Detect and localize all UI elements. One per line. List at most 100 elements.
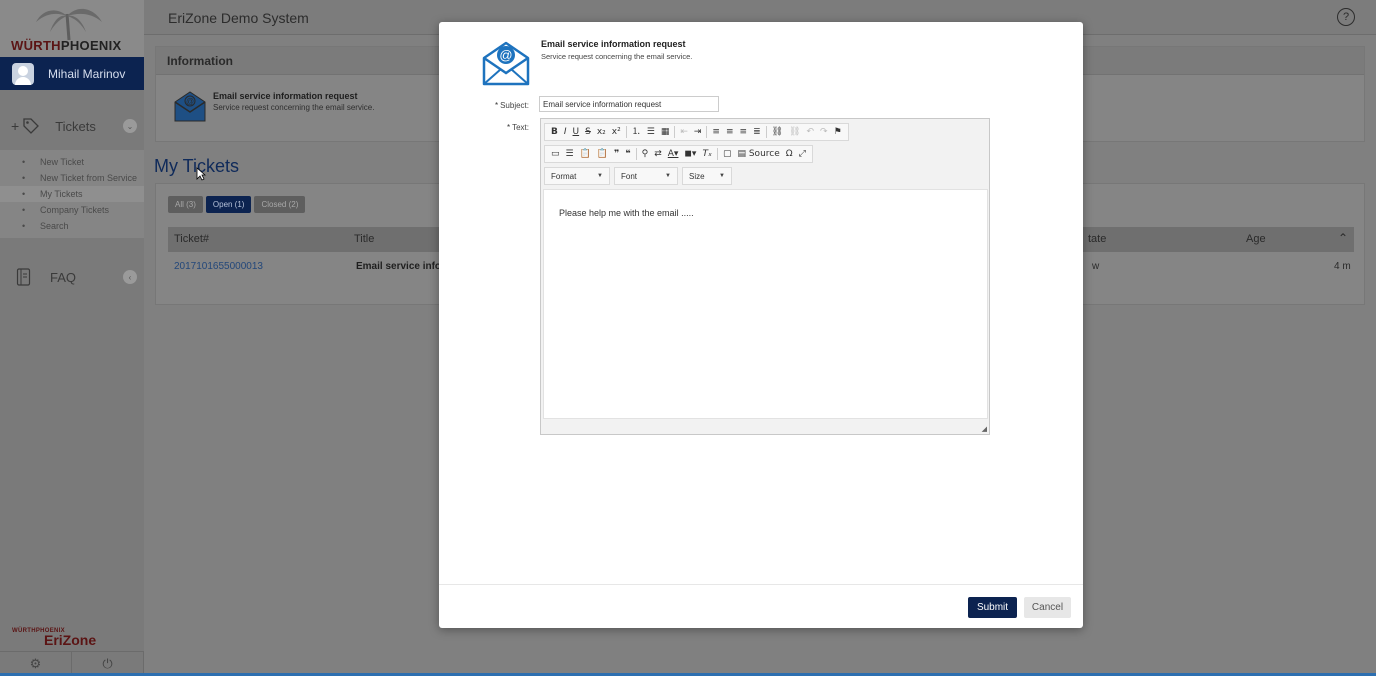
remove-format-icon[interactable]: Tₓ (702, 149, 712, 159)
svg-text:@: @ (186, 97, 194, 106)
dialog-title: Email service information request (541, 39, 686, 49)
erizone-logo: WÜRTHPHOENIX EriZone (12, 628, 97, 648)
quote-icon[interactable]: ❝ (625, 149, 630, 159)
subject-label: * Subject: (494, 101, 529, 110)
svg-text:@: @ (499, 48, 512, 63)
sidebar: WÜRTHPHOENIX Mihail Marinov + Tickets ⌄ … (0, 0, 144, 676)
link-icon[interactable]: ⛓ (772, 127, 783, 137)
cancel-button[interactable]: Cancel (1024, 597, 1071, 618)
undo-icon[interactable]: ↶ (806, 127, 814, 137)
book-icon (16, 268, 31, 286)
source-button[interactable]: ▤ Source (737, 149, 779, 159)
flag-icon[interactable]: ⚑ (834, 127, 842, 137)
filter-all-button[interactable]: All (3) (168, 196, 203, 213)
justify-icon[interactable]: ≣ (753, 127, 761, 137)
paste-icon[interactable]: 📋 (580, 149, 591, 159)
format-dropdown[interactable]: Format ▼ (544, 167, 610, 185)
new-ticket-dialog: @ Email service information request Serv… (439, 22, 1083, 628)
mouse-cursor-icon (196, 167, 206, 181)
underline-icon[interactable]: U (573, 127, 580, 137)
redo-icon[interactable]: ↷ (820, 127, 828, 137)
outdent-icon[interactable]: ⇤ (680, 127, 688, 137)
subject-input[interactable] (539, 96, 719, 112)
ticket-filters: All (3) Open (1) Closed (2) (168, 196, 308, 213)
editor-toolbar-row-1: B I U S x₂ x² ⒈ ☰ ▦ ⇤ ⇥ ≡ ≡ ≡ ≣ ⛓ ⛓ ↶ ↷ … (544, 123, 851, 141)
image-icon[interactable]: ▭ (551, 149, 560, 159)
horizontal-line-icon[interactable]: ☰ (566, 149, 574, 159)
align-left-icon[interactable]: ≡ (712, 127, 720, 137)
align-center-icon[interactable]: ≡ (726, 127, 734, 137)
font-dropdown[interactable]: Font ▼ (614, 167, 678, 185)
plus-icon[interactable]: + (11, 118, 19, 134)
subscript-icon[interactable]: x₂ (597, 127, 606, 137)
editor-body[interactable]: Please help me with the email ..... (543, 189, 988, 419)
submit-button[interactable]: Submit (968, 597, 1017, 618)
column-age[interactable]: Age (1246, 233, 1266, 245)
tickets-submenu: • New Ticket • New Ticket from Service • My… (0, 150, 144, 238)
editor-toolbar-row-2: ▭ ☰ 📋 📋 ❞ ❝ ⚲ ⇄ A▾ ◼▾ Tₓ ▢ ▤ Source Ω ⤢ (544, 145, 815, 163)
subnav-my-tickets[interactable]: • My Tickets (0, 186, 144, 202)
superscript-icon[interactable]: x² (612, 127, 621, 137)
nav-faq[interactable]: FAQ ‹ (0, 262, 144, 292)
chevron-down-icon: ▼ (665, 173, 671, 179)
nav-faq-label: FAQ (50, 269, 77, 285)
ticket-age: 4 m (1334, 261, 1351, 272)
filter-open-button[interactable]: Open (1) (205, 196, 252, 213)
text-label: * Text: (506, 123, 529, 132)
sort-up-icon[interactable]: ⌃ (1338, 231, 1348, 245)
indent-icon[interactable]: ⇥ (694, 127, 702, 137)
resize-handle-icon[interactable]: ◢ (982, 425, 987, 433)
ticket-state: w (1092, 261, 1100, 272)
unlink-icon[interactable]: ⛓ (789, 127, 800, 137)
align-right-icon[interactable]: ≡ (740, 127, 748, 137)
replace-icon[interactable]: ⇄ (654, 149, 662, 159)
tag-icon (23, 118, 40, 134)
text-color-icon[interactable]: A▾ (668, 149, 679, 159)
email-envelope-icon: @ (174, 91, 206, 122)
size-dropdown[interactable]: Size ▼ (682, 167, 732, 185)
email-envelope-icon: @ (482, 41, 530, 86)
table-icon[interactable]: ▦ (661, 127, 670, 137)
paste-text-icon[interactable]: 📋 (597, 149, 608, 159)
subnav-company-tickets[interactable]: • Company Tickets (0, 202, 144, 218)
subnav-search[interactable]: • Search (0, 218, 144, 234)
editor-toolbar-row-3: Format ▼ Font ▼ Size ▼ (544, 167, 736, 185)
user-profile[interactable]: Mihail Marinov (0, 57, 144, 90)
italic-icon[interactable]: I (564, 127, 567, 137)
bold-icon[interactable]: B (551, 127, 558, 137)
special-char-icon[interactable]: Ω (786, 149, 793, 159)
chevron-down-icon: ▼ (719, 173, 725, 179)
column-state[interactable]: tate (1088, 233, 1106, 245)
editor-text: Please help me with the email ..... (559, 208, 694, 218)
numbered-list-icon[interactable]: ⒈ (632, 127, 641, 137)
filter-closed-button[interactable]: Closed (2) (254, 196, 306, 213)
palm-logo-icon (36, 8, 102, 40)
column-ticket[interactable]: Ticket# (174, 233, 209, 245)
strikethrough-icon[interactable]: S (585, 127, 591, 137)
nav-tickets-label: Tickets (55, 118, 96, 134)
chevron-down-icon[interactable]: ⌄ (123, 119, 137, 133)
service-description: Service request concerning the email ser… (213, 103, 375, 112)
app-title: EriZone Demo System (168, 10, 309, 26)
fullscreen-icon[interactable]: ⤢ (799, 149, 806, 159)
blockquote-icon[interactable]: ❞ (614, 149, 619, 159)
column-title[interactable]: Title (354, 233, 374, 245)
rich-text-editor: B I U S x₂ x² ⒈ ☰ ▦ ⇤ ⇥ ≡ ≡ ≡ ≣ ⛓ ⛓ ↶ ↷ … (540, 118, 990, 435)
maximize-doc-icon[interactable]: ▢ (723, 149, 732, 159)
dialog-description: Service request concerning the email ser… (541, 52, 693, 61)
brand-logo[interactable]: WÜRTHPHOENIX (0, 0, 144, 57)
chevron-down-icon: ▼ (597, 173, 603, 179)
avatar (12, 62, 34, 85)
subnav-new-ticket[interactable]: • New Ticket (0, 154, 144, 170)
chevron-left-icon[interactable]: ‹ (123, 270, 137, 284)
bullet-list-icon[interactable]: ☰ (647, 127, 655, 137)
dialog-footer: Submit Cancel (439, 584, 1083, 628)
nav-tickets[interactable]: + Tickets ⌄ (0, 110, 144, 142)
help-icon[interactable]: ? (1337, 8, 1355, 26)
user-name: Mihail Marinov (48, 66, 126, 81)
find-icon[interactable]: ⚲ (642, 149, 649, 159)
subnav-new-ticket-from-service[interactable]: • New Ticket from Service (0, 170, 144, 186)
ticket-number-link[interactable]: 2017101655000013 (174, 261, 263, 272)
background-color-icon[interactable]: ◼▾ (684, 149, 696, 159)
service-title[interactable]: Email service information request (213, 91, 358, 101)
